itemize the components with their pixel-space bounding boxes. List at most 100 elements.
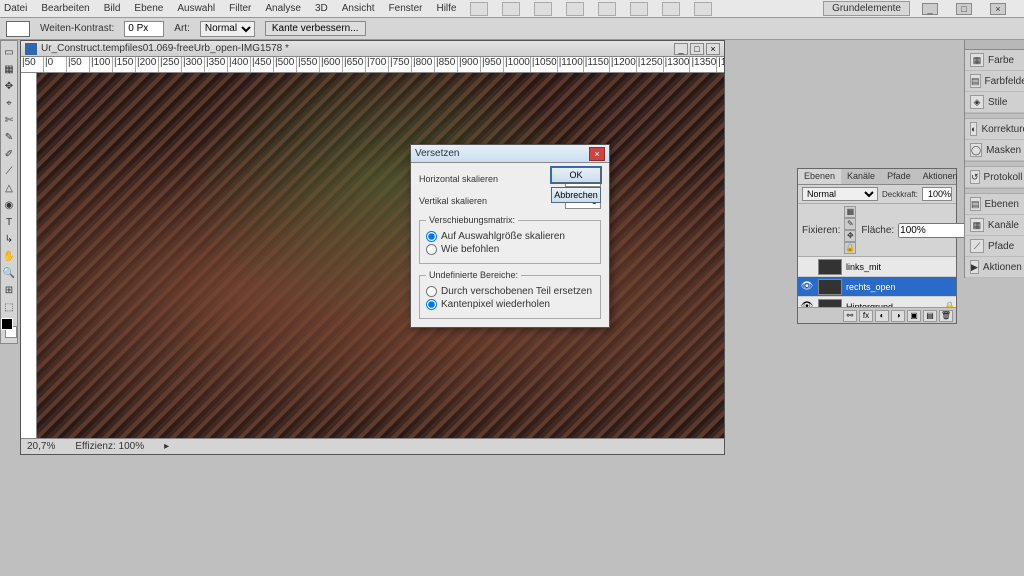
layer-row[interactable]: links_mit	[798, 257, 956, 277]
status-arrow-icon[interactable]: ▸	[164, 441, 169, 452]
marquee-tool[interactable]: ▦	[1, 61, 17, 77]
brush-tool[interactable]: ✐	[1, 146, 17, 162]
menu-bild[interactable]: Bild	[104, 3, 121, 14]
layer-name[interactable]: rechts_open	[846, 282, 954, 292]
quickmask-tool[interactable]: ⬚	[1, 299, 17, 315]
art-select[interactable]: Normal	[200, 21, 255, 37]
panel-farbfelder[interactable]: ▤Farbfelder	[965, 71, 1024, 92]
doc-maximize-icon[interactable]: □	[690, 43, 704, 55]
hand-tool[interactable]: ✋	[1, 248, 17, 264]
workspace-selector[interactable]: Grundelemente	[823, 1, 910, 16]
dialog-titlebar[interactable]: Versetzen ×	[411, 145, 609, 163]
channels-icon: ▦	[970, 218, 984, 232]
layer-row[interactable]: 👁 rechts_open	[798, 277, 956, 297]
menu-datei[interactable]: Datei	[4, 3, 27, 14]
doc-minimize-icon[interactable]: _	[674, 43, 688, 55]
panel-stile[interactable]: ◈Stile	[965, 92, 1024, 113]
new-layer-icon[interactable]: ▤	[923, 310, 937, 322]
tab-pfade[interactable]: Pfade	[881, 169, 917, 184]
refine-edge-button[interactable]: Kante verbessern...	[265, 21, 366, 36]
menu-hilfe[interactable]: Hilfe	[436, 3, 456, 14]
app-icon-1[interactable]	[470, 2, 488, 16]
3d-tool[interactable]: ⊞	[1, 282, 17, 298]
lock-all-icon[interactable]: 🔒	[844, 242, 856, 254]
blend-mode-select[interactable]: Normal	[802, 187, 878, 201]
menu-3d[interactable]: 3D	[315, 3, 328, 14]
ok-button[interactable]: OK	[551, 167, 601, 183]
trash-icon[interactable]: 🗑	[939, 310, 953, 322]
panel-korrekturen[interactable]: ◐Korrekturen	[965, 119, 1024, 140]
arrange-icon[interactable]	[662, 2, 680, 16]
minimize-icon[interactable]: _	[922, 3, 938, 15]
app-icon-4[interactable]	[566, 2, 584, 16]
tab-aktionen[interactable]: Aktionen	[917, 169, 964, 184]
lasso-tool[interactable]: ✥	[1, 78, 17, 94]
menu-auswahl[interactable]: Auswahl	[177, 3, 215, 14]
visibility-icon[interactable]: 👁	[800, 281, 814, 292]
link-layers-icon[interactable]: ⚯	[843, 310, 857, 322]
lock-paint-icon[interactable]: ✎	[844, 218, 856, 230]
panel-pfade[interactable]: ⟋Pfade	[965, 236, 1024, 257]
mask-icon[interactable]: ◐	[875, 310, 889, 322]
layer-name[interactable]: links_mit	[846, 262, 954, 272]
wand-tool[interactable]: ⌖	[1, 95, 17, 111]
panel-masken[interactable]: ◯Masken	[965, 140, 1024, 161]
eraser-tool[interactable]: △	[1, 180, 17, 196]
dialog-close-icon[interactable]: ×	[589, 147, 605, 161]
tab-ebenen[interactable]: Ebenen	[798, 169, 841, 184]
menu-ebene[interactable]: Ebene	[134, 3, 163, 14]
radio-tile[interactable]	[426, 244, 437, 255]
pen-tool[interactable]: ↳	[1, 231, 17, 247]
screen-icon[interactable]	[694, 2, 712, 16]
menu-bearbeiten[interactable]: Bearbeiten	[41, 3, 89, 14]
color-icon: ▦	[970, 53, 984, 67]
menu-ansicht[interactable]: Ansicht	[342, 3, 375, 14]
tool-preset[interactable]	[6, 21, 30, 37]
zoom-icon[interactable]	[630, 2, 648, 16]
app-icon-2[interactable]	[502, 2, 520, 16]
options-bar: Weiten-Kontrast: Art: Normal Kante verbe…	[0, 18, 1024, 40]
lock-transparency-icon[interactable]: ▦	[844, 206, 856, 218]
foreground-color[interactable]	[1, 318, 13, 330]
zoom-level[interactable]: 20,7%	[27, 441, 55, 452]
radio-scale-to-fit[interactable]	[426, 231, 437, 242]
crop-tool[interactable]: ✄	[1, 112, 17, 128]
color-swatches[interactable]	[1, 318, 17, 338]
undefined-fieldset: Undefinierte Bereiche: Durch verschobene…	[419, 270, 601, 319]
opacity-input[interactable]	[922, 187, 952, 201]
panel-ebenen[interactable]: ▤Ebenen	[965, 194, 1024, 215]
cancel-button[interactable]: Abbrechen	[551, 187, 601, 203]
type-tool[interactable]: T	[1, 214, 17, 230]
hand-icon[interactable]	[598, 2, 616, 16]
close-icon[interactable]: ×	[990, 3, 1006, 15]
maximize-icon[interactable]: □	[956, 3, 972, 15]
panel-kanaele[interactable]: ▦Kanäle	[965, 215, 1024, 236]
doc-close-icon[interactable]: ×	[706, 43, 720, 55]
adjustment-icon[interactable]: ◑	[891, 310, 905, 322]
panel-protokoll[interactable]: ↺Protokoll	[965, 167, 1024, 188]
group-icon[interactable]: ▣	[907, 310, 921, 322]
layer-thumbnail[interactable]	[818, 259, 842, 275]
radio-wrap[interactable]	[426, 286, 437, 297]
panel-farbe[interactable]: ▦Farbe	[965, 50, 1024, 71]
panel-aktionen[interactable]: ▶Aktionen	[965, 257, 1024, 278]
canvas[interactable]	[37, 73, 724, 438]
vertical-ruler	[21, 73, 37, 438]
radio-repeat-edge[interactable]	[426, 299, 437, 310]
tab-kanaele[interactable]: Kanäle	[841, 169, 881, 184]
history-icon: ↺	[970, 170, 980, 184]
menu-filter[interactable]: Filter	[229, 3, 251, 14]
eyedropper-tool[interactable]: ✎	[1, 129, 17, 145]
fx-icon[interactable]: fx	[859, 310, 873, 322]
width-input[interactable]	[124, 21, 164, 37]
layer-thumbnail[interactable]	[818, 279, 842, 295]
document-titlebar[interactable]: Ur_Construct.tempfiles01.069-freeUrb_ope…	[21, 41, 724, 57]
menu-fenster[interactable]: Fenster	[389, 3, 423, 14]
lock-position-icon[interactable]: ✥	[844, 230, 856, 242]
app-icon-3[interactable]	[534, 2, 552, 16]
menu-analyse[interactable]: Analyse	[265, 3, 301, 14]
move-tool[interactable]: ▭	[1, 44, 17, 60]
zoom-tool[interactable]: 🔍	[1, 265, 17, 281]
stamp-tool[interactable]: ⟋	[1, 163, 17, 179]
gradient-tool[interactable]: ◉	[1, 197, 17, 213]
